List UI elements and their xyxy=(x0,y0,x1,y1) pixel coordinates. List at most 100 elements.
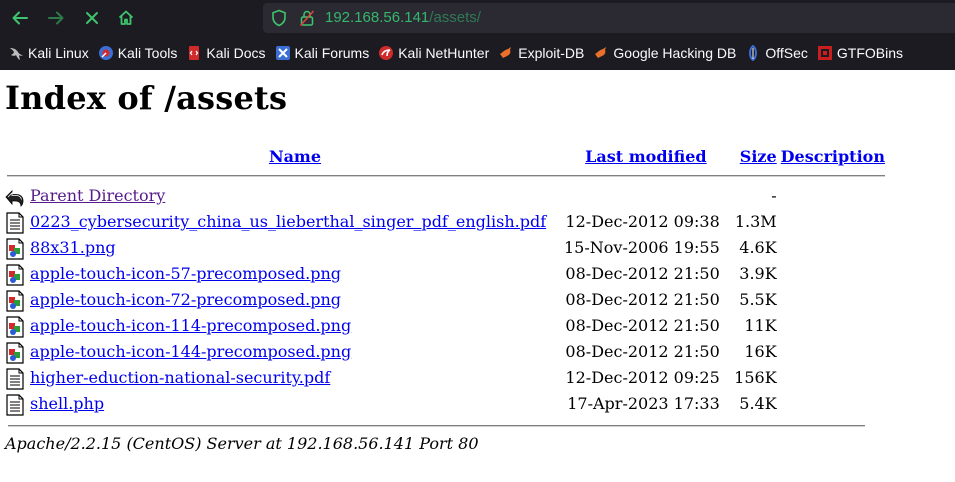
address-bar[interactable]: 192.168.56.141/assets/ xyxy=(263,3,955,33)
bookmark-label: Kali Forums xyxy=(294,45,370,61)
file-modified: 08-Dec-2012 21:50 xyxy=(565,290,720,309)
image-file-icon xyxy=(6,342,24,364)
image-file-icon xyxy=(6,290,24,312)
gtfobins-icon xyxy=(817,46,832,60)
header-row: Name Last modified Size Description xyxy=(5,144,887,170)
header-icon-cell xyxy=(5,144,28,170)
file-link[interactable]: 0223_cybersecurity_china_us_lieberthal_s… xyxy=(30,212,546,231)
file-description xyxy=(779,365,887,391)
file-rows: 0223_cybersecurity_china_us_lieberthal_s… xyxy=(5,209,887,417)
file-link[interactable]: apple-touch-icon-114-precomposed.png xyxy=(30,316,351,335)
text-file-icon xyxy=(6,212,24,234)
home-icon xyxy=(118,10,134,25)
kali-forums-icon xyxy=(275,46,290,60)
nethunter-icon xyxy=(379,46,394,60)
bookmark-offsec[interactable]: OffSec xyxy=(745,45,808,61)
file-row: apple-touch-icon-144-precomposed.png 08-D… xyxy=(5,339,887,365)
bookmark-label: GTFOBins xyxy=(836,45,904,61)
directory-listing: Name Last modified Size Description Pare… xyxy=(5,144,887,417)
header-modified: Last modified xyxy=(562,144,722,170)
parent-size: - xyxy=(771,186,777,205)
bookmark-label: Kali NetHunter xyxy=(398,45,490,61)
back-folder-icon xyxy=(5,190,24,207)
file-description xyxy=(779,209,887,235)
back-button[interactable] xyxy=(8,6,32,30)
file-row: 88x31.png 15-Nov-2006 19:55 4.6K xyxy=(5,235,887,261)
file-modified: 17-Apr-2023 17:33 xyxy=(567,394,720,413)
parent-directory-link[interactable]: Parent Directory xyxy=(30,186,165,205)
sort-description-link[interactable]: Description xyxy=(781,147,885,166)
kali-tools-icon xyxy=(98,46,113,60)
file-description xyxy=(779,235,887,261)
file-link[interactable]: shell.php xyxy=(30,394,104,413)
separator-row xyxy=(5,170,887,183)
file-size: 16K xyxy=(744,342,777,361)
file-size: 156K xyxy=(734,368,777,387)
bookmark-kali-linux[interactable]: Kali Linux xyxy=(8,45,89,61)
image-file-icon xyxy=(6,264,24,286)
separator-line xyxy=(7,175,885,177)
file-description xyxy=(779,261,887,287)
file-link[interactable]: apple-touch-icon-72-precomposed.png xyxy=(30,290,341,309)
file-description xyxy=(779,339,887,365)
file-modified: 12-Dec-2012 09:25 xyxy=(565,368,720,387)
file-link[interactable]: apple-touch-icon-57-precomposed.png xyxy=(30,264,341,283)
file-link[interactable]: 88x31.png xyxy=(30,238,116,257)
file-modified: 08-Dec-2012 21:50 xyxy=(565,342,720,361)
bookmark-kali-tools[interactable]: Kali Tools xyxy=(98,45,178,61)
image-file-icon xyxy=(6,316,24,338)
file-description xyxy=(779,313,887,339)
page-content: Index of /assets Name Last modified Size… xyxy=(0,78,955,454)
parent-directory-row: Parent Directory - xyxy=(5,183,887,209)
bookmark-kali-nethunter[interactable]: Kali NetHunter xyxy=(378,45,489,61)
header-name: Name xyxy=(28,144,562,170)
file-size: 1.3M xyxy=(734,212,777,231)
file-row: apple-touch-icon-114-precomposed.png 08-D… xyxy=(5,313,887,339)
arrow-left-icon xyxy=(12,11,28,25)
bookmark-google-hacking-db[interactable]: Google Hacking DB xyxy=(593,45,736,61)
url-host: 192.168.56.141 xyxy=(325,9,430,26)
file-description xyxy=(779,287,887,313)
image-file-icon xyxy=(6,238,24,260)
insecure-lock-icon[interactable] xyxy=(299,9,315,27)
close-icon xyxy=(86,12,98,24)
shield-icon[interactable] xyxy=(271,9,287,27)
sort-modified-link[interactable]: Last modified xyxy=(585,147,706,166)
file-modified: 08-Dec-2012 21:50 xyxy=(565,316,720,335)
bookmark-gtfobins[interactable]: GTFOBins xyxy=(817,45,903,61)
file-description xyxy=(779,391,887,417)
forward-button[interactable] xyxy=(44,6,68,30)
file-link[interactable]: higher-eduction-national-security.pdf xyxy=(30,368,330,387)
bookmark-kali-docs[interactable]: Kali Docs xyxy=(186,45,266,61)
browser-toolbar: 192.168.56.141/assets/ xyxy=(0,0,955,36)
url-text[interactable]: 192.168.56.141/assets/ xyxy=(325,9,481,27)
file-row: shell.php 17-Apr-2023 17:33 5.4K xyxy=(5,391,887,417)
sort-size-link[interactable]: Size xyxy=(740,147,777,166)
footer-separator xyxy=(8,425,865,427)
stop-button[interactable] xyxy=(80,6,104,30)
file-size: 3.9K xyxy=(739,264,777,283)
file-row: higher-eduction-national-security.pdf 12-… xyxy=(5,365,887,391)
ghdb-icon xyxy=(595,47,607,58)
header-description: Description xyxy=(779,144,887,170)
text-file-icon xyxy=(6,394,24,416)
file-row: apple-touch-icon-57-precomposed.png 08-De… xyxy=(5,261,887,287)
bookmark-kali-forums[interactable]: Kali Forums xyxy=(275,45,370,61)
bookmark-label: Kali Tools xyxy=(117,45,178,61)
sort-name-link[interactable]: Name xyxy=(269,147,321,166)
bookmarks-bar: Kali Linux Kali Tools Kali Docs Kali For… xyxy=(0,36,955,70)
file-row: apple-touch-icon-72-precomposed.png 08-De… xyxy=(5,287,887,313)
bookmark-exploit-db[interactable]: Exploit-DB xyxy=(498,45,584,61)
file-size: 5.5K xyxy=(739,290,777,309)
file-modified: 15-Nov-2006 19:55 xyxy=(564,238,720,257)
bookmark-label: Google Hacking DB xyxy=(613,45,737,61)
offsec-icon xyxy=(749,45,758,61)
bookmark-label: Kali Linux xyxy=(28,45,89,61)
home-button[interactable] xyxy=(114,6,138,30)
file-link[interactable]: apple-touch-icon-144-precomposed.png xyxy=(30,342,351,361)
kali-docs-icon xyxy=(189,46,200,60)
arrow-right-icon xyxy=(48,11,64,25)
file-size: 5.4K xyxy=(739,394,777,413)
kali-dragon-icon xyxy=(10,48,23,60)
server-signature: Apache/2.2.15 (CentOS) Server at 192.168… xyxy=(5,434,479,453)
